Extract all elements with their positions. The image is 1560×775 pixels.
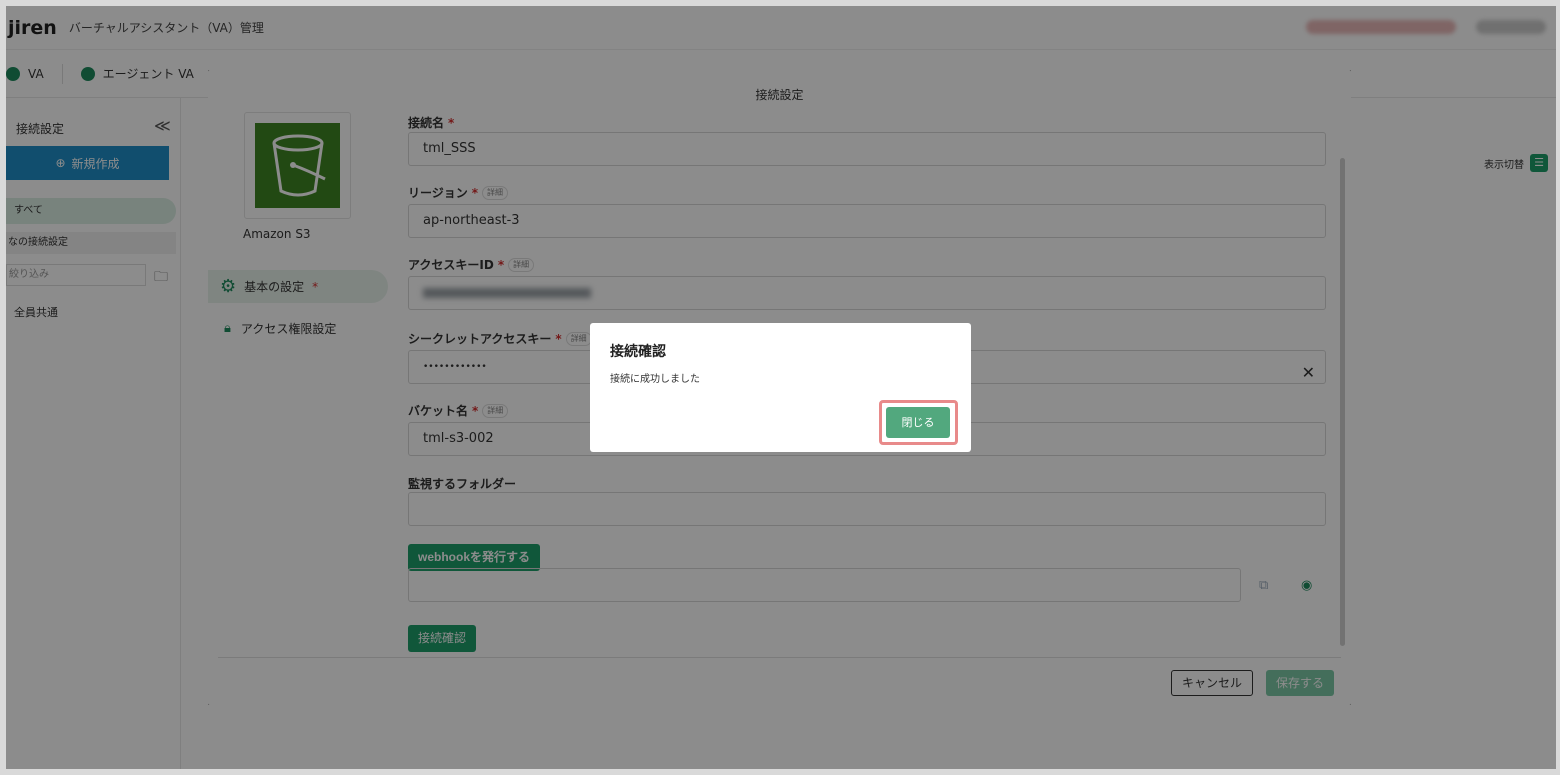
close-button[interactable]: 閉じる: [886, 407, 950, 438]
dialog-title: 接続確認: [610, 344, 666, 360]
app-frame: jiren バーチャルアシスタント（VA）管理 VA エージェント VA 接続設…: [6, 6, 1556, 769]
connection-check-dialog: 接続確認 接続に成功しました 閉じる: [590, 323, 971, 452]
dialog-message: 接続に成功しました: [610, 374, 700, 385]
